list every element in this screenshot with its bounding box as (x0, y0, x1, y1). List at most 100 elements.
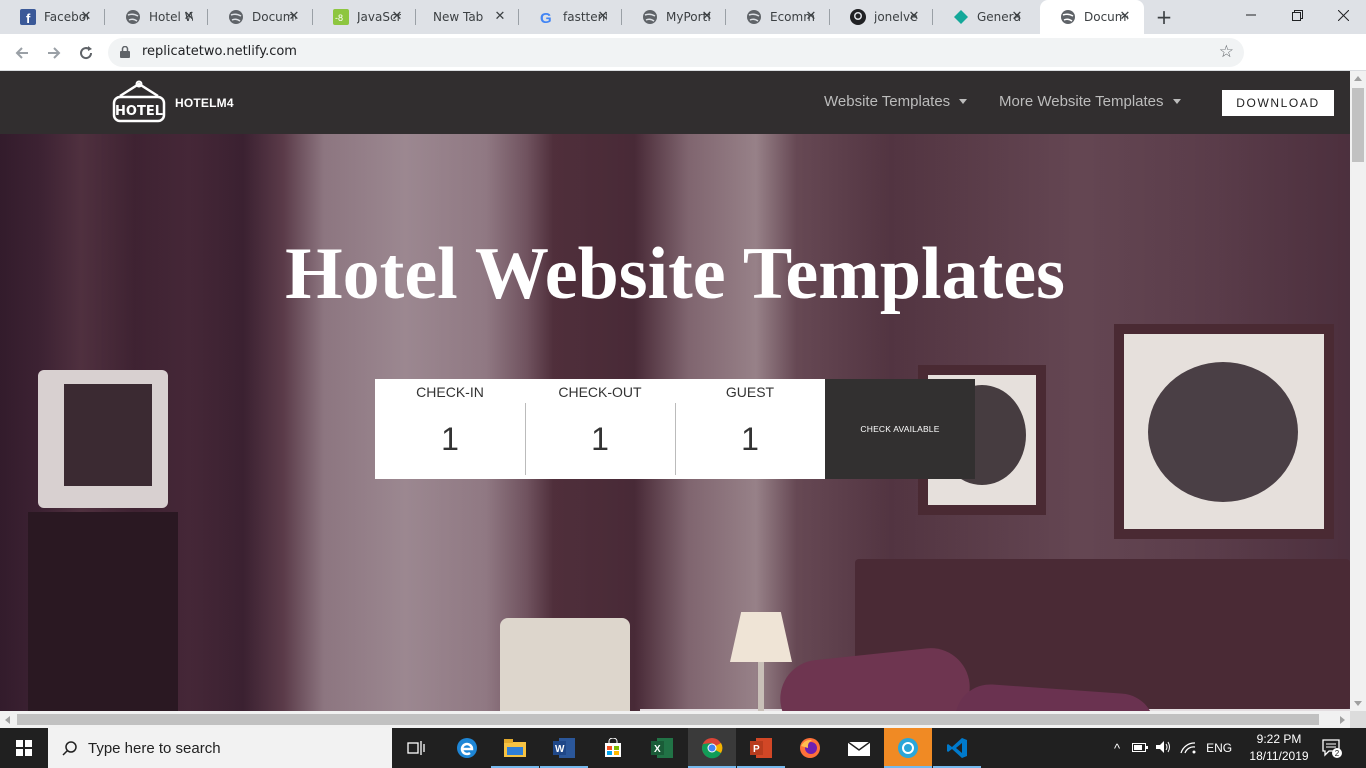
arrow-right-icon (48, 47, 61, 59)
scroll-thumb[interactable] (17, 714, 1319, 725)
hero-background-chair (500, 618, 630, 711)
hero-background-lamp (730, 612, 792, 662)
guest-value[interactable]: 1 (675, 421, 825, 458)
tab-myportfolio[interactable]: MyPortfolio ✕ (622, 0, 726, 34)
clock-date: 18/11/2019 (1249, 749, 1309, 763)
vertical-scrollbar[interactable] (1350, 71, 1366, 711)
close-window-button[interactable] (1320, 0, 1366, 30)
excel-icon[interactable]: X (638, 728, 686, 768)
store-icon[interactable] (589, 728, 637, 768)
file-explorer-icon[interactable] (491, 728, 539, 768)
close-icon[interactable]: ✕ (1010, 10, 1024, 24)
github-icon (850, 9, 866, 25)
chrome-icon[interactable] (688, 728, 736, 768)
tab-document-active[interactable]: Document ✕ (1040, 0, 1144, 34)
wifi-icon[interactable] (1180, 740, 1196, 757)
forward-button[interactable] (42, 41, 66, 65)
globe-icon (228, 9, 244, 25)
tab-general[interactable]: General ✕ (933, 0, 1036, 34)
mail-icon[interactable] (835, 728, 883, 768)
svg-text:-8: -8 (335, 13, 343, 23)
horizontal-scrollbar[interactable] (0, 711, 1350, 728)
new-tab-button[interactable]: + (1155, 7, 1173, 27)
tab-document[interactable]: Document ✕ (208, 0, 313, 34)
task-view-icon[interactable] (392, 728, 440, 768)
scroll-thumb[interactable] (1352, 88, 1364, 162)
close-icon[interactable]: ✕ (596, 10, 610, 24)
close-icon[interactable]: ✕ (287, 10, 301, 24)
browser-tab-strip: f Facebook ✕ Hotel Website ✕ Document ✕ … (0, 0, 1366, 34)
scroll-left-icon[interactable] (5, 716, 10, 724)
nav-label: Website Templates (824, 93, 951, 110)
caret-down-icon (1172, 99, 1181, 104)
chevron-up-icon[interactable]: ^ (1114, 741, 1120, 756)
hero-background-lamp-stem (758, 662, 764, 711)
tab-ecommerce[interactable]: Ecommerce ✕ (726, 0, 830, 34)
checkout-value[interactable]: 1 (525, 421, 675, 458)
brand-name[interactable]: HOTELM4 (175, 96, 234, 110)
check-available-button[interactable]: CHECK AVAILABLE (825, 379, 975, 479)
tab-hotel-website[interactable]: Hotel Website ✕ (105, 0, 208, 34)
nav-website-templates[interactable]: Website Templates (824, 93, 968, 110)
hero-background-tv (38, 370, 168, 508)
word-icon[interactable]: W (540, 728, 588, 768)
close-icon[interactable]: ✕ (79, 10, 93, 24)
tab-fasttent[interactable]: G fasttentent ✕ (519, 0, 622, 34)
download-button[interactable]: DOWNLOAD (1222, 90, 1334, 116)
search-placeholder[interactable]: Type here to search (88, 740, 221, 757)
checkout-field[interactable]: CHECK-OUT 1 (525, 379, 675, 479)
google-icon: G (539, 9, 555, 25)
minimize-button[interactable] (1228, 0, 1274, 30)
svg-text:P: P (753, 744, 760, 755)
close-icon[interactable]: ✕ (700, 10, 714, 24)
close-icon[interactable]: ✕ (390, 10, 404, 24)
scrollbar-corner (1350, 711, 1366, 728)
powerpoint-icon[interactable]: P (737, 728, 785, 768)
hotel-logo[interactable]: HOTEL (112, 80, 166, 124)
firefox-icon[interactable] (786, 728, 834, 768)
back-button[interactable] (10, 41, 34, 65)
edge-icon[interactable] (443, 728, 491, 768)
globe-icon (746, 9, 762, 25)
address-bar[interactable]: replicatetwo.netlify.com ☆ (108, 38, 1244, 67)
hero-background-stand (28, 512, 178, 711)
svg-text:W: W (555, 744, 565, 755)
taskbar-search[interactable]: Type here to search (48, 728, 392, 768)
scroll-down-icon[interactable] (1354, 701, 1362, 706)
battery-icon[interactable] (1132, 741, 1149, 756)
reload-button[interactable] (74, 41, 98, 65)
checkin-label: CHECK-IN (416, 384, 484, 400)
checkout-label: CHECK-OUT (558, 384, 642, 400)
scroll-up-icon[interactable] (1354, 76, 1362, 81)
vscode-icon[interactable] (933, 728, 981, 768)
globe-icon (642, 9, 658, 25)
tab-new-tab[interactable]: New Tab ✕ (416, 0, 519, 34)
nav-more-website-templates[interactable]: More Website Templates (999, 93, 1181, 110)
tab-facebook[interactable]: f Facebook ✕ (0, 0, 105, 34)
notification-center-icon[interactable]: 2 (1322, 738, 1342, 758)
svg-text:X: X (654, 744, 661, 755)
app-icon[interactable] (884, 728, 932, 768)
svg-text:f: f (26, 11, 31, 25)
tab-label: New Tab (433, 10, 484, 24)
language-indicator[interactable]: ENG (1206, 741, 1232, 755)
restore-button[interactable] (1274, 0, 1320, 30)
star-icon[interactable]: ☆ (1219, 42, 1234, 62)
globe-icon (1060, 9, 1076, 25)
close-icon[interactable]: ✕ (493, 10, 507, 24)
close-icon[interactable]: ✕ (804, 10, 818, 24)
close-icon[interactable]: ✕ (182, 10, 196, 24)
scroll-right-icon[interactable] (1340, 716, 1345, 724)
facebook-icon: f (20, 9, 36, 25)
start-button[interactable] (0, 728, 48, 768)
volume-icon[interactable] (1156, 740, 1172, 757)
tab-github[interactable]: jonelve ✕ (830, 0, 933, 34)
checkin-field[interactable]: CHECK-IN 1 (375, 379, 525, 479)
close-icon[interactable]: ✕ (1118, 10, 1132, 24)
close-icon[interactable]: ✕ (907, 10, 921, 24)
tab-javascript[interactable]: -8 JavaScript ✕ (313, 0, 416, 34)
url-text[interactable]: replicatetwo.netlify.com (142, 44, 297, 59)
guest-field[interactable]: GUEST 1 (675, 379, 825, 479)
checkin-value[interactable]: 1 (375, 421, 525, 458)
clock[interactable]: 9:22 PM 18/11/2019 (1244, 731, 1314, 765)
